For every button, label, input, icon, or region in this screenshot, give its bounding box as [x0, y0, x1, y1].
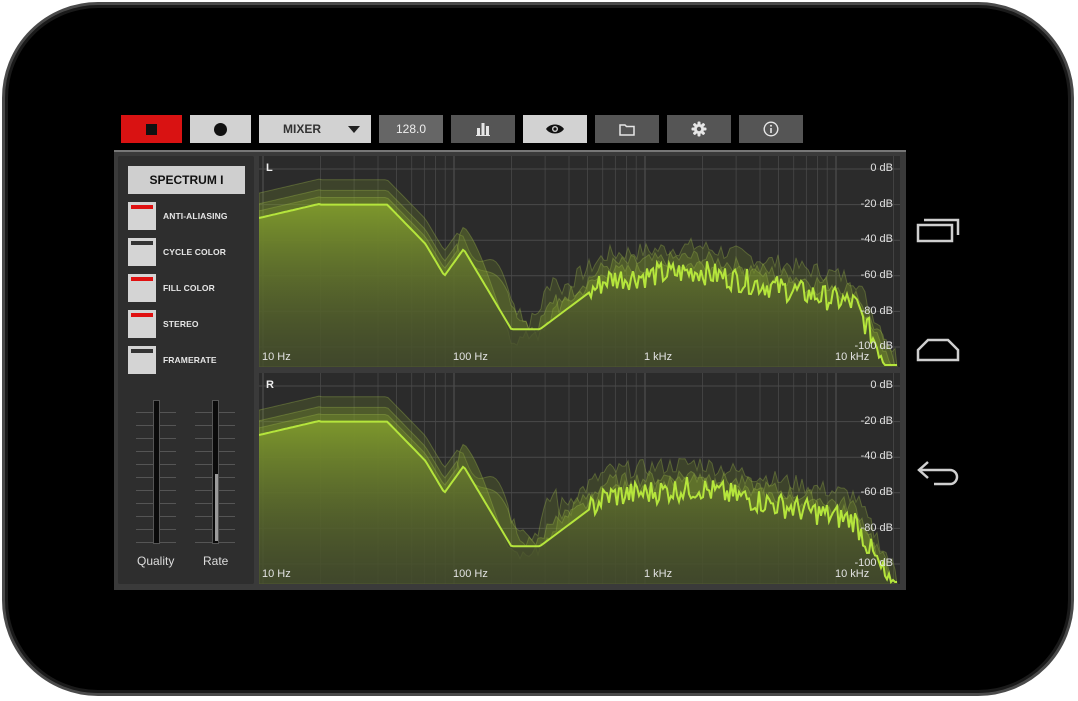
spectrum-plot-left: [259, 156, 900, 367]
spectrum-plot-right: [259, 373, 900, 584]
spectrum-view-button[interactable]: [451, 115, 515, 143]
record-button[interactable]: [190, 115, 251, 143]
db-label: -40 dB: [860, 233, 893, 245]
hz-label: 10 kHz: [835, 568, 870, 580]
option-label: STEREO: [163, 319, 199, 329]
option-fill-color[interactable]: FILL COLOR: [128, 274, 253, 304]
hz-label: 10 Hz: [262, 568, 291, 580]
option-label: FILL COLOR: [163, 283, 215, 293]
option-stereo[interactable]: STEREO: [128, 310, 253, 340]
info-button[interactable]: [739, 115, 803, 143]
rate-slider-track[interactable]: [212, 400, 219, 544]
mixer-label: MIXER: [283, 122, 322, 136]
rate-slider-fill: [215, 474, 218, 541]
hz-label: 100 Hz: [453, 568, 488, 580]
hz-label: 100 Hz: [453, 351, 488, 363]
folder-button[interactable]: [595, 115, 659, 143]
hz-label: 1 kHz: [644, 568, 673, 580]
rate-slider[interactable]: [195, 398, 235, 548]
cycle-color-checkbox[interactable]: [128, 238, 156, 266]
info-icon: [763, 121, 779, 137]
hz-label: 1 kHz: [644, 351, 673, 363]
anti-aliasing-checkbox[interactable]: [128, 202, 156, 230]
rate-label: Rate: [203, 554, 229, 568]
quality-slider-track[interactable]: [153, 400, 160, 544]
db-label: -60 dB: [860, 269, 893, 281]
spectrum-panel-right[interactable]: R 0 dB -20 dB -40 dB -60 dB -80 dB -100 …: [259, 373, 900, 584]
bar-chart-icon: [476, 123, 490, 136]
quality-slider[interactable]: [136, 398, 176, 548]
app-screen: MIXER 128.0 SPECTRUM I ANTI-ALIASING CYC…: [114, 112, 906, 590]
option-label: CYCLE COLOR: [163, 247, 226, 257]
option-label: ANTI-ALIASING: [163, 211, 228, 221]
option-cycle-color[interactable]: CYCLE COLOR: [128, 238, 253, 268]
db-label: 0 dB: [870, 162, 893, 174]
option-framerate[interactable]: FRAMERATE: [128, 346, 253, 376]
db-label: -80 dB: [860, 522, 893, 534]
hz-label: 10 kHz: [835, 351, 870, 363]
dropdown-caret-icon: [348, 126, 360, 133]
view-button[interactable]: [523, 115, 587, 143]
fill-color-checkbox[interactable]: [128, 274, 156, 302]
bpm-value: 128.0: [395, 122, 427, 136]
home-icon[interactable]: [914, 336, 962, 364]
db-label: -80 dB: [860, 305, 893, 317]
mixer-dropdown[interactable]: MIXER: [259, 115, 371, 143]
option-label: FRAMERATE: [163, 355, 217, 365]
spectrum-mode-button[interactable]: SPECTRUM I: [128, 166, 245, 194]
db-label: 0 dB: [870, 379, 893, 391]
settings-button[interactable]: [667, 115, 731, 143]
toolbar: MIXER 128.0: [121, 115, 821, 143]
channel-label: L: [266, 162, 273, 174]
option-anti-aliasing[interactable]: ANTI-ALIASING: [128, 202, 253, 232]
db-label: -20 dB: [860, 198, 893, 210]
channel-label: R: [266, 379, 274, 391]
bpm-button[interactable]: 128.0: [379, 115, 443, 143]
db-label: -40 dB: [860, 450, 893, 462]
quality-label: Quality: [137, 554, 175, 568]
db-label: -20 dB: [860, 415, 893, 427]
stereo-checkbox[interactable]: [128, 310, 156, 338]
gear-icon: [691, 121, 707, 137]
stop-icon: [146, 123, 157, 135]
eye-icon: [546, 124, 564, 134]
hz-label: 10 Hz: [262, 351, 291, 363]
back-icon[interactable]: [914, 456, 964, 486]
stop-button[interactable]: [121, 115, 182, 143]
folder-icon: [619, 123, 635, 136]
main-area: SPECTRUM I ANTI-ALIASING CYCLE COLOR FIL…: [114, 150, 906, 590]
record-icon: [214, 122, 227, 136]
framerate-checkbox[interactable]: [128, 346, 156, 374]
db-label: -60 dB: [860, 486, 893, 498]
spectrum-panel-left[interactable]: L 0 dB -20 dB -40 dB -60 dB -80 dB -100 …: [259, 156, 900, 367]
sidebar: SPECTRUM I ANTI-ALIASING CYCLE COLOR FIL…: [118, 156, 254, 584]
recent-apps-icon[interactable]: [916, 216, 962, 244]
